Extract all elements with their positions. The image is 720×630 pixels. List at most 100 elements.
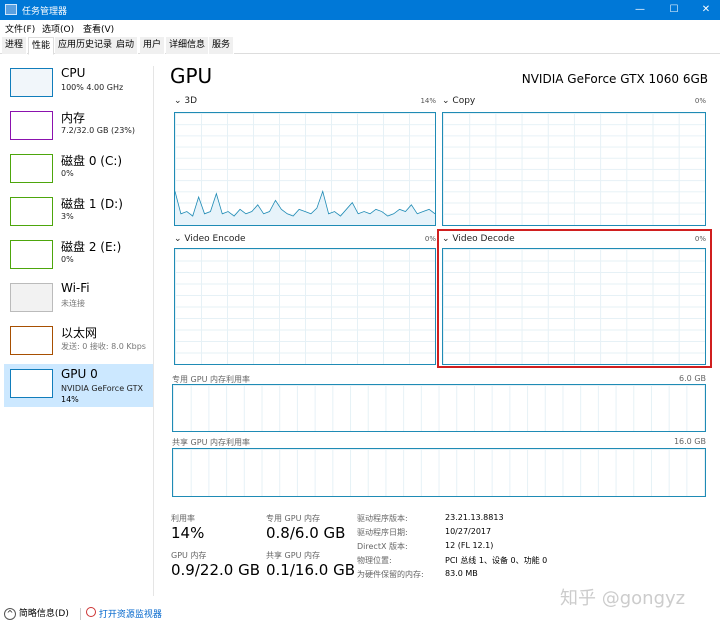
sidebar-item-detail: 未连接 xyxy=(61,299,85,308)
tab-users[interactable]: 用户 xyxy=(140,37,166,54)
menu-bar: 文件(F) 选项(O) 查看(V) xyxy=(0,21,720,35)
sidebar-item-detail: 7.2/32.0 GB (23%) xyxy=(61,126,136,135)
sidebar-item[interactable]: Wi-Fi 未连接 xyxy=(4,278,153,321)
app-icon xyxy=(5,4,17,15)
dedicated-memory-max: 6.0 GB xyxy=(679,374,706,383)
sidebar-item[interactable]: 内存 7.2/32.0 GB (23%) xyxy=(4,106,153,149)
chevron-up-icon: ^ xyxy=(4,608,16,620)
property-value: 12 (FL 12.1) xyxy=(445,541,494,550)
tab-services[interactable]: 服务 xyxy=(209,37,235,54)
dedicated-memory-stat-label: 专用 GPU 内存 xyxy=(266,514,320,523)
property-label: 驱动程序日期: xyxy=(357,528,408,537)
sidebar-item-detail: 100% 4.00 GHz xyxy=(61,83,124,92)
sidebar-thumbnail xyxy=(10,111,53,140)
gpu-device-name: NVIDIA GeForce GTX 1060 6GB xyxy=(521,72,708,86)
property-label: 驱动程序版本: xyxy=(357,514,408,523)
gpu-memory-label: GPU 内存 xyxy=(171,551,207,560)
engine-copy-pct: 0% xyxy=(694,97,706,105)
sidebar-item-detail: 0% xyxy=(61,255,74,264)
shared-memory-stat-label: 共享 GPU 内存 xyxy=(266,551,320,560)
sidebar-thumbnail xyxy=(10,326,53,355)
sidebar-item-name: CPU xyxy=(61,66,86,80)
fewer-details-label: 简略信息(D) xyxy=(18,609,69,619)
resource-monitor-icon xyxy=(86,607,96,617)
menu-file[interactable]: 文件(F) xyxy=(5,22,35,35)
dedicated-memory-graph xyxy=(172,384,706,432)
sidebar-thumbnail xyxy=(10,154,53,183)
tab-bar: 进程 性能 应用历史记录 启动 用户 详细信息 服务 xyxy=(0,37,720,55)
tab-processes[interactable]: 进程 xyxy=(2,37,28,54)
shared-memory-stat-value: 0.1/16.0 GB xyxy=(266,561,355,579)
property-label: DirectX 版本: xyxy=(357,542,408,551)
engine-label: 3D xyxy=(184,96,198,106)
engine-decode-graph xyxy=(442,248,706,365)
sidebar-item-name: 内存 xyxy=(61,111,86,125)
property-label: 物理位置: xyxy=(357,556,392,565)
sidebar-item-name: Wi-Fi xyxy=(61,281,90,295)
sidebar-item-detail: 发送: 0 接收: 8.0 Kbps xyxy=(61,342,146,351)
sidebar-item-detail: 3% xyxy=(61,212,74,221)
shared-memory-graph xyxy=(172,448,706,497)
minimize-button[interactable]: — xyxy=(624,0,656,20)
sidebar-item[interactable]: 磁盘 1 (D:) 3% xyxy=(4,192,153,235)
divider xyxy=(153,66,154,596)
shared-memory-max: 16.0 GB xyxy=(673,437,706,446)
sidebar-item-name: 磁盘 0 (C:) xyxy=(61,154,123,168)
tab-app-history[interactable]: 应用历史记录 xyxy=(55,37,117,54)
engine-label: Copy xyxy=(452,96,476,106)
sidebar-item[interactable]: CPU 100% 4.00 GHz xyxy=(4,63,153,106)
maximize-button[interactable]: ☐ xyxy=(658,0,690,20)
engine-decode-pct: 0% xyxy=(694,235,706,243)
sidebar-item-name: GPU 0 xyxy=(61,367,98,381)
tab-details[interactable]: 详细信息 xyxy=(166,37,210,54)
usage-area xyxy=(175,191,435,225)
gpu-memory-value: 0.9/22.0 GB xyxy=(171,561,260,579)
open-resource-monitor-label: 打开资源监视器 xyxy=(98,610,162,620)
engine-3d-pct: 14% xyxy=(420,97,436,105)
sidebar-item[interactable]: 磁盘 2 (E:) 0% xyxy=(4,235,153,278)
engine-label: Video Decode xyxy=(452,234,515,244)
sidebar-thumbnail xyxy=(10,369,53,398)
menu-options[interactable]: 选项(O) xyxy=(42,22,74,35)
sidebar-item[interactable]: 磁盘 0 (C:) 0% xyxy=(4,149,153,192)
watermark: 知乎 @gongyz xyxy=(560,588,686,609)
engine-3d-graph xyxy=(174,112,436,226)
sidebar-thumbnail xyxy=(10,283,53,312)
sidebar-item-usage: 14% xyxy=(61,395,79,404)
sidebar-thumbnail xyxy=(10,68,53,97)
tab-performance[interactable]: 性能 xyxy=(28,37,55,55)
sidebar-item[interactable]: GPU 0 NVIDIA GeForce GTX 14% xyxy=(4,364,153,407)
utilization-label: 利用率 xyxy=(171,514,195,523)
menu-view[interactable]: 查看(V) xyxy=(83,22,114,35)
sidebar-thumbnail xyxy=(10,197,53,226)
property-value: 83.0 MB xyxy=(445,569,478,578)
sidebar-thumbnail xyxy=(10,240,53,269)
window-title: 任务管理器 xyxy=(22,7,68,17)
engine-copy-label[interactable]: ⌄ Copy xyxy=(442,96,475,106)
sidebar-item[interactable]: 以太网 发送: 0 接收: 8.0 Kbps xyxy=(4,321,153,364)
dedicated-memory-stat-value: 0.8/6.0 GB xyxy=(266,524,346,542)
divider xyxy=(80,608,81,620)
tab-startup[interactable]: 启动 xyxy=(113,37,139,54)
utilization-value: 14% xyxy=(171,524,205,542)
title-bar: 任务管理器 — ☐ ✕ xyxy=(0,0,720,20)
engine-encode-pct: 0% xyxy=(424,235,436,243)
open-resource-monitor-link[interactable]: 打开资源监视器 xyxy=(86,607,162,620)
engine-copy-graph xyxy=(442,112,706,226)
property-value: 23.21.13.8813 xyxy=(445,513,504,522)
fewer-details-button[interactable]: ^ 简略信息(D) xyxy=(4,606,69,620)
engine-label: Video Encode xyxy=(184,234,246,244)
sidebar-item-detail: NVIDIA GeForce GTX xyxy=(61,384,143,393)
engine-decode-label[interactable]: ⌄ Video Decode xyxy=(442,234,515,244)
shared-memory-label: 共享 GPU 内存利用率 xyxy=(172,438,250,447)
page-title: GPU xyxy=(170,64,213,88)
close-button[interactable]: ✕ xyxy=(690,0,720,20)
sidebar-item-name: 磁盘 1 (D:) xyxy=(61,197,123,211)
engine-encode-graph xyxy=(174,248,436,365)
engine-3d-label[interactable]: ⌄ 3D xyxy=(174,96,197,106)
property-value: PCI 总线 1、设备 0、功能 0 xyxy=(445,556,548,565)
property-label: 为硬件保留的内存: xyxy=(357,570,424,579)
property-value: 10/27/2017 xyxy=(445,527,492,536)
sidebar-item-name: 以太网 xyxy=(61,326,98,340)
engine-encode-label[interactable]: ⌄ Video Encode xyxy=(174,234,246,244)
